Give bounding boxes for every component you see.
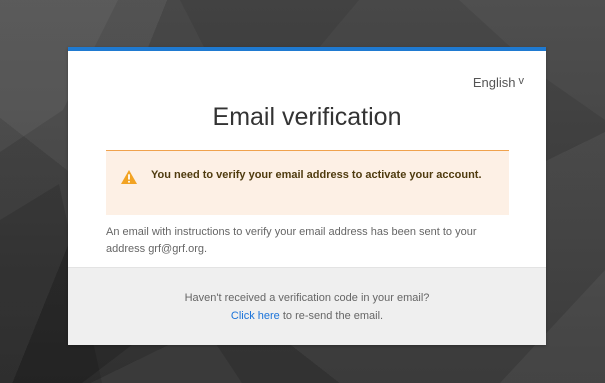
language-label: English: [472, 75, 516, 90]
warning-alert: You need to verify your email address to…: [106, 150, 509, 215]
chevron-down-icon: v: [518, 75, 525, 87]
page-title: Email verification: [212, 103, 402, 131]
resend-suffix: to re-send the email.: [279, 310, 384, 322]
resend-line: Click here to re-send the email.: [68, 307, 546, 325]
warning-icon: [121, 170, 137, 184]
resend-link[interactable]: Click here: [231, 310, 280, 322]
alert-message: You need to verify your email address to…: [151, 169, 482, 181]
resend-footer: Haven't received a verification code in …: [68, 267, 546, 345]
language-selector[interactable]: English v: [472, 75, 525, 90]
resend-footer-content: Haven't received a verification code in …: [68, 289, 546, 325]
verification-card: English v Email verification You need to…: [68, 47, 546, 345]
resend-prompt: Haven't received a verification code in …: [184, 292, 430, 304]
verification-info: An email with instructions to verify you…: [106, 226, 477, 255]
